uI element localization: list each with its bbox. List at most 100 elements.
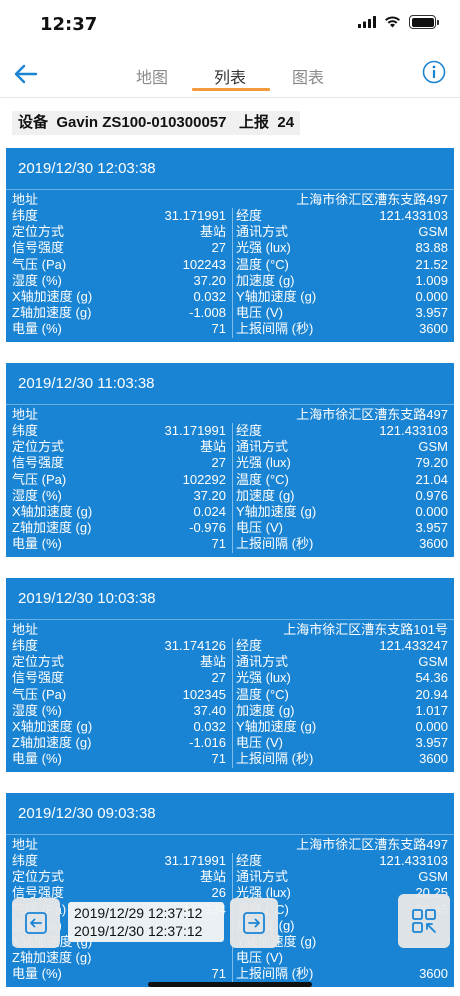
field-label: Z轴加速度 (g) bbox=[12, 520, 92, 536]
field-value: 54.36 bbox=[415, 670, 448, 686]
record-card[interactable]: 2019/12/30 12:03:38 地址 上海市徐汇区漕东支路497 纬度 31.1… bbox=[6, 148, 454, 342]
field-value: 79.20 bbox=[415, 455, 448, 471]
next-arrow-icon bbox=[243, 912, 265, 934]
field-z-accel: Z轴加速度 (g) bbox=[12, 950, 226, 966]
record-timestamp: 2019/12/30 10:03:38 bbox=[6, 578, 454, 620]
record-timestamp: 2019/12/30 12:03:38 bbox=[6, 148, 454, 190]
report-label: 上报 bbox=[239, 114, 270, 131]
field-value: GSM bbox=[418, 869, 448, 885]
field-y-accel: Y轴加速度 (g) 0.000 bbox=[236, 719, 448, 735]
field-label: 通讯方式 bbox=[236, 224, 289, 240]
field-label: 电压 (V) bbox=[236, 520, 283, 536]
address-label: 地址 bbox=[12, 192, 39, 207]
field-label: 温度 (°C) bbox=[236, 471, 289, 487]
field-accel: 加速度 (g) 1.017 bbox=[236, 703, 448, 719]
field-value: 21.52 bbox=[415, 256, 448, 272]
back-button[interactable] bbox=[8, 56, 44, 92]
tab-list[interactable]: 列表 bbox=[198, 64, 262, 88]
field-value: 基站 bbox=[199, 224, 226, 240]
tab-map[interactable]: 地图 bbox=[120, 64, 184, 88]
field-lng: 经度 121.433103 bbox=[236, 423, 448, 439]
field-battery: 电量 (%) 71 bbox=[12, 751, 226, 767]
field-value: 20.94 bbox=[415, 686, 448, 702]
field-value: 0.976 bbox=[415, 487, 448, 503]
field-signal: 信号强度 27 bbox=[12, 670, 226, 686]
record-card[interactable]: 2019/12/30 10:03:38 地址 上海市徐汇区漕东支路101号 纬度 31.… bbox=[6, 578, 454, 772]
field-value: 31.171991 bbox=[164, 208, 226, 223]
field-label: 纬度 bbox=[12, 423, 39, 438]
field-value: 0.024 bbox=[193, 504, 226, 519]
qr-scan-button[interactable] bbox=[398, 894, 450, 948]
field-label: X轴加速度 (g) bbox=[12, 504, 93, 519]
field-positioning: 定位方式 基站 bbox=[12, 869, 226, 885]
record-card[interactable]: 2019/12/30 11:03:38 地址 上海市徐汇区漕东支路497 纬度 31.1… bbox=[6, 363, 454, 557]
field-label: 光强 (lux) bbox=[236, 670, 291, 686]
field-label: 上报间隔 (秒) bbox=[236, 321, 314, 337]
field-signal: 信号强度 27 bbox=[12, 455, 226, 471]
field-label: 电压 (V) bbox=[236, 950, 283, 966]
field-value: 3.957 bbox=[415, 305, 448, 321]
field-value: -0.976 bbox=[189, 520, 226, 536]
field-value: 3600 bbox=[419, 536, 448, 552]
field-y-accel: Y轴加速度 (g) 0.000 bbox=[236, 504, 448, 520]
prev-range-button[interactable] bbox=[12, 898, 60, 948]
field-battery: 电量 (%) 71 bbox=[12, 321, 226, 337]
field-label: 信号强度 bbox=[12, 670, 65, 686]
field-value: GSM bbox=[418, 224, 448, 240]
field-label: 定位方式 bbox=[12, 654, 65, 670]
field-comm: 通讯方式 GSM bbox=[236, 224, 448, 240]
field-comm: 通讯方式 GSM bbox=[236, 654, 448, 670]
field-accel: 加速度 (g) 0.976 bbox=[236, 488, 448, 504]
field-z-accel: Z轴加速度 (g) -1.008 bbox=[12, 305, 226, 321]
tab-chart[interactable]: 图表 bbox=[276, 64, 340, 88]
column-divider bbox=[232, 638, 233, 768]
field-label: 气压 (Pa) bbox=[12, 471, 67, 487]
record-list[interactable]: 2019/12/30 12:03:38 地址 上海市徐汇区漕东支路497 纬度 31.1… bbox=[6, 148, 454, 996]
field-z-accel: Z轴加速度 (g) -1.016 bbox=[12, 735, 226, 751]
field-label: 湿度 (%) bbox=[12, 702, 62, 718]
field-value: 27 bbox=[211, 455, 226, 471]
field-lat: 纬度 31.171991 bbox=[12, 423, 226, 439]
field-label: 光强 (lux) bbox=[236, 455, 291, 471]
field-label: 湿度 (%) bbox=[12, 272, 62, 288]
field-value: 102243 bbox=[182, 256, 226, 272]
qr-scan-icon bbox=[412, 909, 436, 933]
field-value: 0.000 bbox=[415, 719, 448, 734]
field-value: 71 bbox=[211, 536, 226, 552]
field-label: 经度 bbox=[236, 423, 263, 438]
arrow-left-icon bbox=[14, 64, 38, 84]
address-row: 地址 上海市徐汇区漕东支路497 bbox=[12, 407, 448, 423]
field-label: 信号强度 bbox=[12, 455, 65, 471]
field-label: 经度 bbox=[236, 208, 263, 223]
field-battery: 电量 (%) 71 bbox=[12, 966, 226, 982]
field-light: 光强 (lux) 54.36 bbox=[236, 670, 448, 686]
column-divider bbox=[232, 423, 233, 553]
field-value: 102345 bbox=[182, 686, 226, 702]
field-humidity: 湿度 (%) 37.20 bbox=[12, 273, 226, 289]
field-value: 3600 bbox=[419, 751, 448, 767]
field-value: 31.171991 bbox=[164, 423, 226, 438]
bottom-controls: 2019/12/29 12:37:12 2019/12/30 12:37:12 bbox=[0, 890, 460, 950]
device-summary: 设备 Gavin ZS100-010300057 上报 24 bbox=[12, 111, 301, 135]
field-x-accel: X轴加速度 (g) 0.032 bbox=[12, 719, 226, 735]
address-label: 地址 bbox=[12, 837, 39, 852]
device-label: 设备 bbox=[18, 114, 49, 131]
wifi-icon bbox=[385, 16, 400, 28]
home-indicator bbox=[148, 982, 312, 987]
field-lng: 经度 121.433103 bbox=[236, 853, 448, 869]
field-voltage: 电压 (V) bbox=[236, 950, 448, 966]
field-pressure: 气压 (Pa) 102243 bbox=[12, 257, 226, 273]
record-body: 地址 上海市徐汇区漕东支路101号 纬度 31.174126 定位方式 基站 信号强度 27 气… bbox=[6, 620, 454, 772]
field-comm: 通讯方式 GSM bbox=[236, 439, 448, 455]
date-range-end: 2019/12/30 12:37:12 bbox=[74, 923, 203, 939]
info-circle-icon[interactable] bbox=[422, 60, 446, 84]
date-range[interactable]: 2019/12/29 12:37:12 2019/12/30 12:37:12 bbox=[68, 902, 224, 942]
field-value: 37.20 bbox=[193, 272, 226, 288]
address-row: 地址 上海市徐汇区漕东支路497 bbox=[12, 837, 448, 853]
field-label: 纬度 bbox=[12, 853, 39, 868]
field-voltage: 电压 (V) 3.957 bbox=[236, 520, 448, 536]
field-label: 经度 bbox=[236, 853, 263, 868]
record-body: 地址 上海市徐汇区漕东支路497 纬度 31.171991 定位方式 基站 信号强度 27 气压… bbox=[6, 190, 454, 342]
next-range-button[interactable] bbox=[230, 898, 278, 948]
date-range-start: 2019/12/29 12:37:12 bbox=[74, 905, 203, 921]
